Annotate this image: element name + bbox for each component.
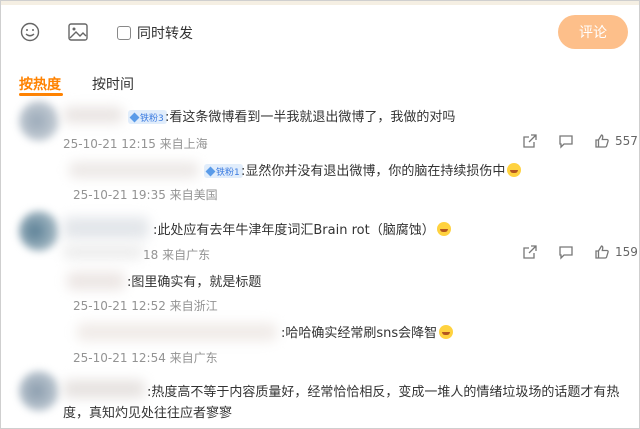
like-count: 159 [615, 245, 638, 259]
like-icon[interactable] [593, 243, 611, 261]
active-tab-indicator [19, 93, 63, 96]
comment-icon[interactable] [557, 243, 575, 261]
tab-sort-by-hot[interactable]: 按热度 [19, 74, 61, 94]
emoji-icon[interactable] [19, 21, 41, 43]
comment-meta: 25-10-21 12:15 来自上海 [63, 137, 208, 151]
comment-actions: 159 [503, 243, 638, 261]
share-icon[interactable] [521, 243, 539, 261]
reply-meta: 25-10-21 12:54 来自广东 [73, 351, 218, 365]
comment-text: :热度高不等于内容质量好，经常恰恰相反，变成一堆人的情绪垃圾场的话题才有热度，真… [63, 385, 620, 421]
reply-meta: 25-10-21 12:52 来自浙江 [73, 299, 218, 313]
sync-repost-label: 同时转发 [137, 26, 193, 42]
username-blurred[interactable] [63, 217, 149, 239]
fan-badge: 铁粉3 [128, 110, 167, 124]
grin-emoji-icon [439, 325, 454, 339]
like-icon[interactable] [593, 132, 611, 150]
fan-badge: 铁粉1 [204, 164, 243, 178]
reply-meta: 25-10-21 19:35 来自美国 [73, 188, 218, 202]
laugh-cry-emoji-icon [507, 163, 522, 177]
comment-actions: 557 [503, 132, 638, 150]
avatar[interactable] [19, 211, 59, 251]
grin-emoji-icon [436, 222, 451, 236]
username-blurred[interactable] [77, 323, 277, 341]
tab-sort-by-time[interactable]: 按时间 [92, 74, 134, 94]
image-icon[interactable] [67, 22, 89, 42]
top-divider [1, 1, 639, 5]
reply-text: :哈哈确实经常刷sns会降智 [281, 325, 454, 343]
submit-comment-button[interactable]: 评论 [558, 15, 628, 49]
share-icon[interactable] [521, 132, 539, 150]
username-blurred[interactable] [69, 162, 199, 178]
sync-repost-checkbox[interactable]: 同时转发 [117, 23, 193, 43]
comment-meta: 18 来自广东 [143, 248, 211, 262]
reply-text: :图里确实有，就是标题 [127, 275, 262, 290]
reply-text: :显然你并没有退出微博，你的脑在持续损伤中 [241, 163, 522, 181]
avatar[interactable] [19, 371, 59, 411]
comment-text: :此处应有去年牛津年度词汇Brain rot（脑腐蚀） [153, 222, 451, 240]
comment-text: :看这条微博看到一半我就退出微博了，我做的对吗 [165, 110, 456, 125]
username-blurred[interactable] [67, 272, 125, 290]
meta-blurred [63, 245, 143, 259]
checkbox-box[interactable] [117, 26, 131, 40]
username-blurred[interactable] [63, 107, 123, 123]
avatar[interactable] [19, 101, 59, 141]
comment-panel: 同时转发 评论 按热度 按时间 铁粉3 :看这条微博看到一半我就退出微博了，我做… [0, 0, 640, 429]
comment-icon[interactable] [557, 132, 575, 150]
like-count: 557 [615, 134, 638, 148]
